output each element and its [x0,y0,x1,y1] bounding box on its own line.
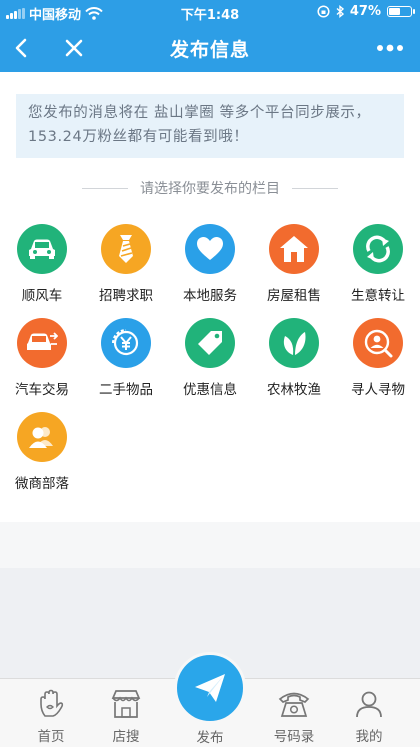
category-label: 二手物品 [99,382,153,398]
section-heading: 请选择你要发布的栏目 [0,178,420,198]
category-label: 寻人寻物 [351,382,405,398]
category-agriculture[interactable]: 农林牧渔 [252,318,336,398]
search-person-icon [353,318,403,368]
tab-store-search[interactable]: 店搜 [96,689,156,745]
content-bottom-strip [0,522,420,568]
category-second-hand[interactable]: 二手物品 [84,318,168,398]
category-label: 农林牧渔 [267,382,321,398]
category-car-trade[interactable]: 汽车交易 [0,318,84,398]
tab-home-label: 首页 [37,729,65,745]
category-wechat-business[interactable]: 微商部落 [0,412,84,492]
category-label: 生意转让 [351,288,405,304]
more-dots-icon[interactable] [370,34,410,62]
battery-icon [387,6,415,17]
orientation-lock-icon [317,5,330,18]
tab-phonebook[interactable]: 号码录 [264,689,324,745]
heart-icon [185,224,235,274]
tab-phonebook-label: 号码录 [273,729,315,745]
category-housing[interactable]: 房屋租售 [252,224,336,304]
category-jobs[interactable]: 招聘求职 [84,224,168,304]
nav-bar: 发布信息 [0,24,420,72]
paper-plane-icon [195,674,225,702]
sync-notice: 您发布的消息将在 盐山掌圈 等多个平台同步展示，153.24万粉丝都有可能看到哦… [16,94,404,158]
category-promotions[interactable]: 优惠信息 [168,318,252,398]
category-label: 微商部落 [15,476,69,492]
page-title: 发布信息 [169,39,250,61]
people-icon [17,412,67,462]
status-right: 47% [317,4,415,19]
section-title: 请选择你要发布的栏目 [140,181,280,197]
divider-left [82,187,128,189]
leaf-icon [269,318,319,368]
hand-icon [40,689,64,717]
store-icon [111,690,141,718]
top-bar: 中国移动 下午1:48 47% 发布信息 [0,0,420,72]
category-label: 本地服务 [183,288,237,304]
car-trade-icon [17,318,67,368]
tab-mine[interactable]: 我的 [339,689,399,745]
user-icon [356,691,382,718]
publish-label: 发布 [196,730,224,746]
category-label: 顺风车 [21,288,63,304]
transfer-icon [353,224,403,274]
yuan-coin-icon [101,318,151,368]
category-label: 优惠信息 [183,382,237,398]
category-label: 汽车交易 [15,382,69,398]
category-lost-found[interactable]: 寻人寻物 [336,318,420,398]
tab-home[interactable]: 首页 [21,689,81,745]
category-carpool[interactable]: 顺风车 [0,224,84,304]
category-label: 房屋租售 [267,288,321,304]
tab-mine-label: 我的 [355,729,383,745]
telephone-icon [278,692,310,717]
battery-percent: 47% [349,4,381,19]
bluetooth-icon [336,5,344,18]
tab-store-label: 店搜 [112,729,140,745]
publish-button[interactable] [174,652,246,724]
battery-level [389,8,400,15]
car-icon [17,224,67,274]
house-icon [269,224,319,274]
category-label: 招聘求职 [99,288,153,304]
tie-icon [101,224,151,274]
main-content: 您发布的消息将在 盐山掌圈 等多个平台同步展示，153.24万粉丝都有可能看到哦… [0,72,420,522]
divider-right [292,187,338,189]
tag-icon [185,318,235,368]
category-business-transfer[interactable]: 生意转让 [336,224,420,304]
category-local-services[interactable]: 本地服务 [168,224,252,304]
status-bar: 中国移动 下午1:48 47% [0,0,420,24]
